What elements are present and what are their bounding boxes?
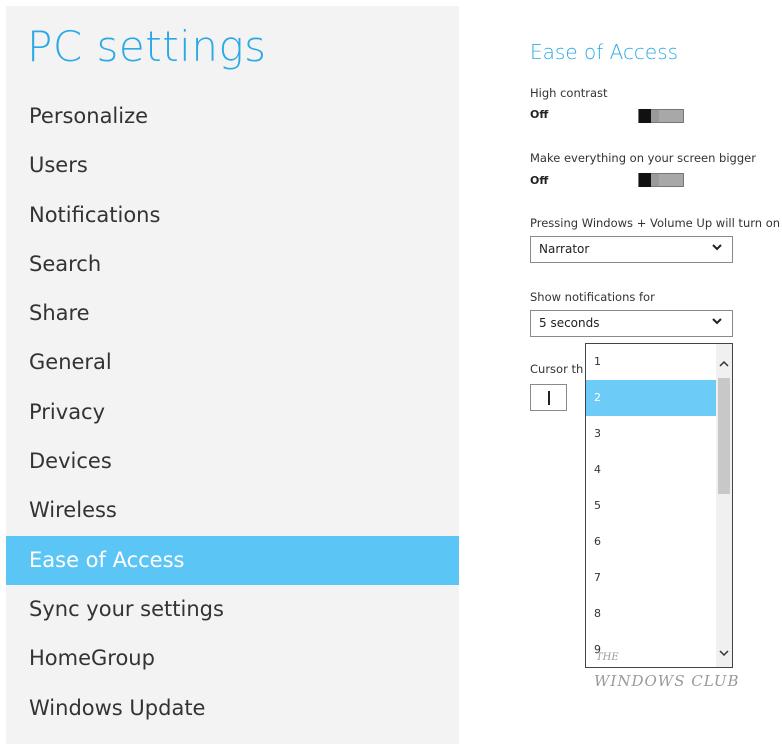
watermark-line2: WINDOWS CLUB	[594, 672, 740, 690]
chevron-down-icon	[712, 244, 722, 251]
dropdown-option[interactable]: 1	[586, 344, 716, 380]
dropdown-option[interactable]: 7	[586, 560, 716, 596]
chevron-down-icon[interactable]	[718, 647, 730, 659]
dropdown-option[interactable]: 5	[586, 488, 716, 524]
cursor-thickness-preview	[530, 384, 567, 411]
toggle-thumb	[639, 173, 651, 187]
chevron-down-icon	[712, 318, 722, 325]
nav-item-windows-update[interactable]: Windows Update	[6, 684, 459, 733]
notifications-label: Show notifications for	[530, 290, 655, 304]
nav-item-notifications[interactable]: Notifications	[6, 191, 459, 240]
bigger-label: Make everything on your screen bigger	[530, 151, 756, 165]
nav-item-share[interactable]: Share	[6, 289, 459, 338]
watermark-line1: THE	[596, 652, 619, 663]
volume-up-label: Pressing Windows + Volume Up will turn o…	[530, 216, 781, 230]
nav-item-general[interactable]: General	[6, 338, 459, 387]
toggle-thumb	[639, 109, 651, 123]
nav-item-personalize[interactable]: Personalize	[6, 92, 459, 141]
scrollbar-thumb[interactable]	[718, 378, 730, 494]
nav-item-homegroup[interactable]: HomeGroup	[6, 634, 459, 683]
nav-item-search[interactable]: Search	[6, 240, 459, 289]
dropdown-option[interactable]: 4	[586, 452, 716, 488]
page-title: PC settings	[27, 22, 267, 71]
settings-nav-pane: PC settings Personalize Users Notificati…	[6, 6, 459, 744]
chevron-up-icon[interactable]	[718, 358, 730, 370]
dropdown-option[interactable]: 3	[586, 416, 716, 452]
nav-item-ease-of-access[interactable]: Ease of Access	[6, 535, 459, 585]
section-title: Ease of Access	[530, 40, 679, 64]
cursor-thickness-label: Cursor th	[530, 362, 584, 376]
bigger-state: Off	[530, 174, 549, 187]
nav-item-devices[interactable]: Devices	[6, 437, 459, 486]
high-contrast-toggle[interactable]	[638, 109, 684, 123]
dropdown-option[interactable]: 6	[586, 524, 716, 560]
ease-of-access-pane: Ease of Access High contrast Off Make ev…	[530, 0, 782, 748]
high-contrast-state: Off	[530, 108, 549, 121]
high-contrast-label: High contrast	[530, 86, 608, 100]
nav-item-privacy[interactable]: Privacy	[6, 388, 459, 437]
dropdown-scrollbar[interactable]	[716, 344, 732, 667]
dropdown-option-highlighted[interactable]: 2	[586, 380, 716, 416]
volume-up-select[interactable]: Narrator	[530, 236, 733, 263]
nav-item-wireless[interactable]: Wireless	[6, 486, 459, 535]
notifications-selected-value: 5 seconds	[539, 316, 600, 330]
settings-nav-list: Personalize Users Notifications Search S…	[6, 92, 459, 733]
bigger-toggle[interactable]	[638, 173, 684, 187]
notifications-duration-select[interactable]: 5 seconds	[530, 310, 733, 337]
nav-item-users[interactable]: Users	[6, 141, 459, 190]
dropdown-option[interactable]: 8	[586, 596, 716, 632]
volume-up-selected-value: Narrator	[539, 242, 590, 256]
nav-item-sync-your-settings[interactable]: Sync your settings	[6, 585, 459, 634]
notifications-duration-dropdown-list[interactable]: 1 2 3 4 5 6 7 8 9	[585, 343, 733, 668]
cursor-preview-bar	[548, 391, 550, 405]
